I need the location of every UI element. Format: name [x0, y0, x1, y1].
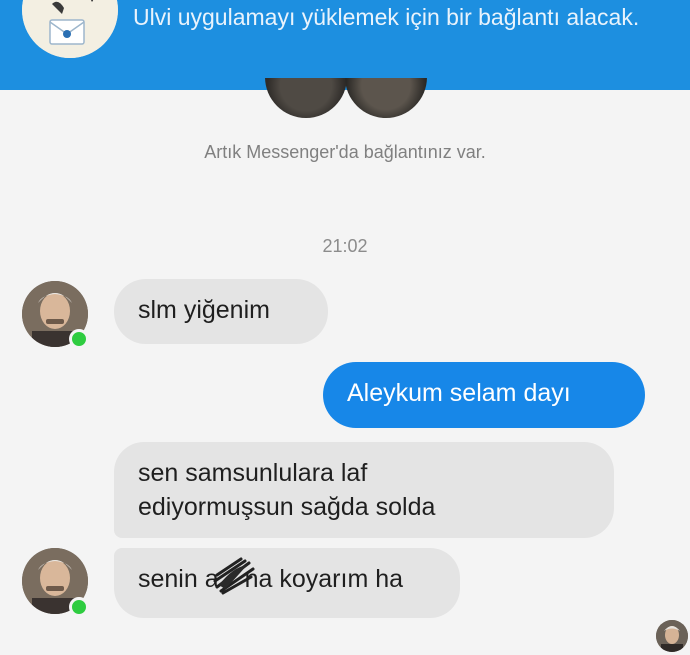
online-status-indicator	[69, 329, 89, 349]
connection-notice: Artık Messenger'da bağlantınız var.	[204, 142, 486, 162]
outgoing-message[interactable]: Aleykum selam dayı	[323, 362, 645, 428]
censor-scribble-icon	[213, 557, 255, 595]
message-text: senin a	[138, 565, 219, 593]
read-receipt-avatar	[656, 620, 688, 652]
incoming-message[interactable]: slm yiğenim	[114, 279, 328, 344]
incoming-message[interactable]: senin a na koyarım ha	[114, 548, 460, 618]
message-text: na koyarım ha	[244, 565, 404, 593]
message-text: Aleykum selam dayı	[347, 379, 571, 407]
incoming-message[interactable]: sen samsunlulara laf ediyormuşsun sağda …	[114, 442, 614, 538]
message-text-line: sen samsunlulara laf	[138, 459, 368, 487]
message-timestamp: 21:02	[322, 236, 368, 256]
connected-avatar-right	[345, 78, 427, 118]
online-status-indicator	[69, 597, 89, 617]
app-mascot-icon	[22, 0, 118, 58]
connected-avatar-left	[265, 78, 347, 118]
link-banner: Ulvi uygulamayı yüklemek için bir bağlan…	[0, 0, 690, 90]
message-text: slm yiğenim	[138, 296, 270, 324]
message-text-line: ediyormuşsun sağda solda	[138, 493, 436, 521]
banner-message: Ulvi uygulamayı yüklemek için bir bağlan…	[133, 4, 640, 30]
